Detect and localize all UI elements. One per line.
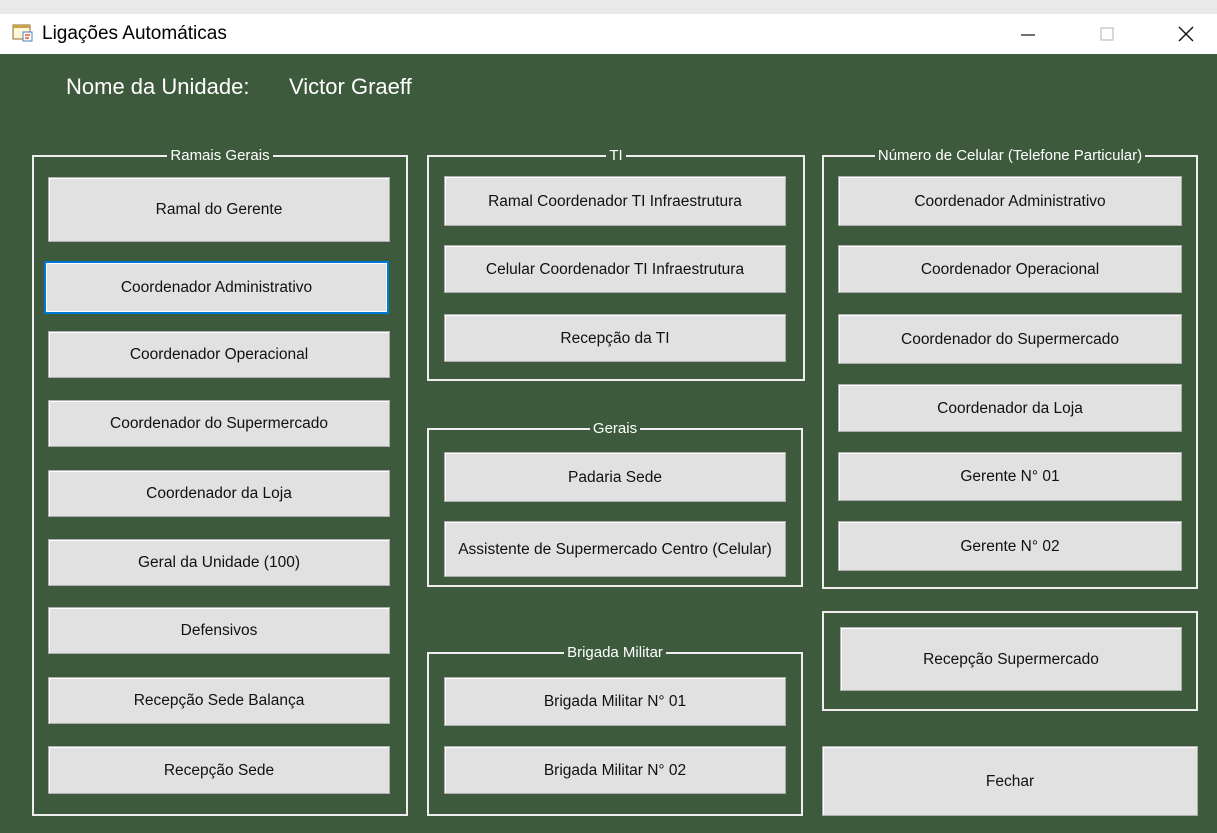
group-title-gerais: Gerais: [589, 420, 641, 437]
close-button[interactable]: [1156, 14, 1216, 54]
ramal-coord-ti-button[interactable]: Ramal Coordenador TI Infraestrutura: [444, 176, 786, 226]
defensivos-button[interactable]: Defensivos: [48, 607, 390, 654]
window-title: Ligações Automáticas: [42, 23, 227, 44]
assistente-supermercado-button[interactable]: Assistente de Supermercado Centro (Celul…: [444, 521, 786, 577]
geral-unidade-button[interactable]: Geral da Unidade (100): [48, 539, 390, 586]
close-icon: [1178, 26, 1194, 42]
gerente-02-button[interactable]: Gerente N° 02: [838, 521, 1182, 571]
celular-coord-operacional-button[interactable]: Coordenador Operacional: [838, 245, 1182, 293]
group-title-ti: TI: [606, 147, 626, 164]
ramal-gerente-button[interactable]: Ramal do Gerente: [48, 177, 390, 242]
unit-name-label: Nome da Unidade:: [66, 74, 250, 99]
padaria-sede-button[interactable]: Padaria Sede: [444, 452, 786, 502]
app-window-icon: [12, 24, 33, 42]
background-app-strip: [0, 0, 1217, 15]
unit-name-value: Victor Graeff: [289, 74, 412, 99]
recepcao-sede-button[interactable]: Recepção Sede: [48, 746, 390, 794]
ramais-coord-administrativo-button[interactable]: Coordenador Administrativo: [44, 261, 389, 314]
ramais-coord-supermercado-button[interactable]: Coordenador do Supermercado: [48, 400, 390, 447]
group-title-brigada-militar: Brigada Militar: [564, 644, 666, 661]
minimize-button[interactable]: [998, 14, 1058, 54]
celular-coord-supermercado-button[interactable]: Coordenador do Supermercado: [838, 314, 1182, 364]
minimize-icon: [1021, 34, 1035, 36]
brigada-militar-01-button[interactable]: Brigada Militar N° 01: [444, 677, 786, 726]
maximize-icon: [1100, 27, 1114, 41]
celular-coord-loja-button[interactable]: Coordenador da Loja: [838, 384, 1182, 432]
celular-coord-administrativo-button[interactable]: Coordenador Administrativo: [838, 176, 1182, 226]
dialog-window: Ligações Automáticas Nome da Unidade: Vi…: [0, 0, 1217, 833]
brigada-militar-02-button[interactable]: Brigada Militar N° 02: [444, 746, 786, 794]
ramais-coord-loja-button[interactable]: Coordenador da Loja: [48, 470, 390, 517]
group-title-ramais-gerais: Ramais Gerais: [167, 147, 273, 164]
recepcao-supermercado-button[interactable]: Recepção Supermercado: [840, 627, 1182, 691]
group-title-numero-celular: Número de Celular (Telefone Particular): [874, 147, 1146, 164]
recepcao-ti-button[interactable]: Recepção da TI: [444, 314, 786, 362]
title-bar[interactable]: Ligações Automáticas: [0, 14, 1217, 54]
gerente-01-button[interactable]: Gerente N° 01: [838, 452, 1182, 501]
maximize-button[interactable]: [1077, 14, 1137, 54]
recepcao-sede-balanca-button[interactable]: Recepção Sede Balança: [48, 677, 390, 724]
ramais-coord-operacional-button[interactable]: Coordenador Operacional: [48, 331, 390, 378]
celular-coord-ti-button[interactable]: Celular Coordenador TI Infraestrutura: [444, 245, 786, 293]
fechar-button[interactable]: Fechar: [822, 746, 1198, 816]
